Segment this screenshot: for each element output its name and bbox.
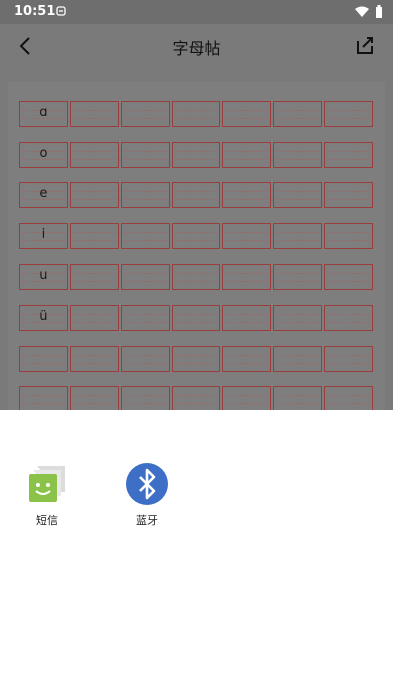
grid-cell [324, 142, 374, 168]
grid-row: e [19, 182, 374, 208]
grid-cell [171, 223, 221, 249]
grid-cell: ɑ [19, 101, 68, 127]
grid-cell [324, 305, 374, 331]
grid-cell [171, 101, 221, 127]
grid-cell [222, 386, 272, 412]
grid-cell [19, 346, 68, 372]
grid-cell [69, 305, 119, 331]
grid-cell [69, 223, 119, 249]
grid-cell [324, 264, 374, 290]
grid-cell [324, 182, 374, 208]
share-target-bluetooth[interactable]: 蓝牙 [117, 462, 177, 528]
status-bar: 10:51 [0, 0, 393, 24]
grid-cell [222, 142, 272, 168]
grid-cell [171, 142, 221, 168]
grid-cell [273, 264, 323, 290]
grid-cell: ü [19, 305, 68, 331]
grid-cell [120, 346, 170, 372]
grid-cell [273, 142, 323, 168]
grid-row: u [19, 264, 374, 290]
grid-cell [324, 386, 374, 412]
grid-cell [222, 305, 272, 331]
grid-row [19, 386, 374, 412]
grid-cell [222, 223, 272, 249]
grid-cell [69, 182, 119, 208]
notification-icon [56, 6, 66, 16]
grid-cell [273, 101, 323, 127]
grid-cell [324, 223, 374, 249]
grid-cell [120, 386, 170, 412]
grid-cell [69, 101, 119, 127]
grid-cell [273, 305, 323, 331]
grid-cell [171, 305, 221, 331]
cell-letter: u [39, 268, 48, 283]
cell-letter: o [39, 146, 48, 161]
grid-cell [171, 264, 221, 290]
bluetooth-icon [126, 463, 168, 505]
share-target-label: 蓝牙 [136, 514, 158, 527]
grid-cell [324, 101, 374, 127]
page-title: 字母帖 [172, 39, 221, 58]
grid-row: ü [19, 305, 374, 331]
grid-cell [19, 386, 68, 412]
wifi-icon [355, 6, 369, 17]
share-target-label: 短信 [36, 514, 58, 527]
share-icon [357, 37, 373, 54]
practice-sheet: ɑ o e i u ü [0, 80, 393, 412]
status-time: 10:51 [14, 4, 56, 19]
share-sheet: 短信 蓝牙 [0, 410, 393, 700]
grid-cell [273, 182, 323, 208]
grid-cell: o [19, 142, 68, 168]
grid-cell [273, 386, 323, 412]
cell-letter: ü [39, 309, 48, 324]
app-bar: 字母帖 [0, 24, 393, 68]
grid-cell: e [19, 182, 68, 208]
grid-cell [222, 101, 272, 127]
cell-letter: ɑ [39, 105, 48, 120]
grid-row: ɑ [19, 101, 374, 127]
grid-cell [222, 264, 272, 290]
grid-cell [120, 101, 170, 127]
grid-row: i [19, 223, 374, 249]
grid-cell [120, 142, 170, 168]
grid-cell [120, 223, 170, 249]
grid-cell [120, 182, 170, 208]
sms-icon [29, 466, 65, 502]
grid-cell [324, 346, 374, 372]
grid-cell: i [19, 223, 68, 249]
cell-letter: e [39, 186, 48, 201]
share-target-sms[interactable]: 短信 [17, 462, 77, 528]
grid-cell: u [19, 264, 68, 290]
grid-cell [171, 346, 221, 372]
grid-cell [120, 305, 170, 331]
grid-cell [69, 142, 119, 168]
grid-cell [69, 346, 119, 372]
grid-row: o [19, 142, 374, 168]
grid-cell [222, 182, 272, 208]
grid-cell [120, 264, 170, 290]
battery-icon [376, 5, 382, 18]
grid-cell [69, 264, 119, 290]
status-icons [355, 5, 383, 19]
cell-letter: i [41, 227, 46, 242]
grid-cell [171, 386, 221, 412]
grid-cell [171, 182, 221, 208]
grid-cell [222, 346, 272, 372]
grid-row [19, 346, 374, 372]
grid-cell [273, 223, 323, 249]
grid-cell [69, 386, 119, 412]
share-button[interactable] [355, 35, 377, 57]
grid-cell [273, 346, 323, 372]
